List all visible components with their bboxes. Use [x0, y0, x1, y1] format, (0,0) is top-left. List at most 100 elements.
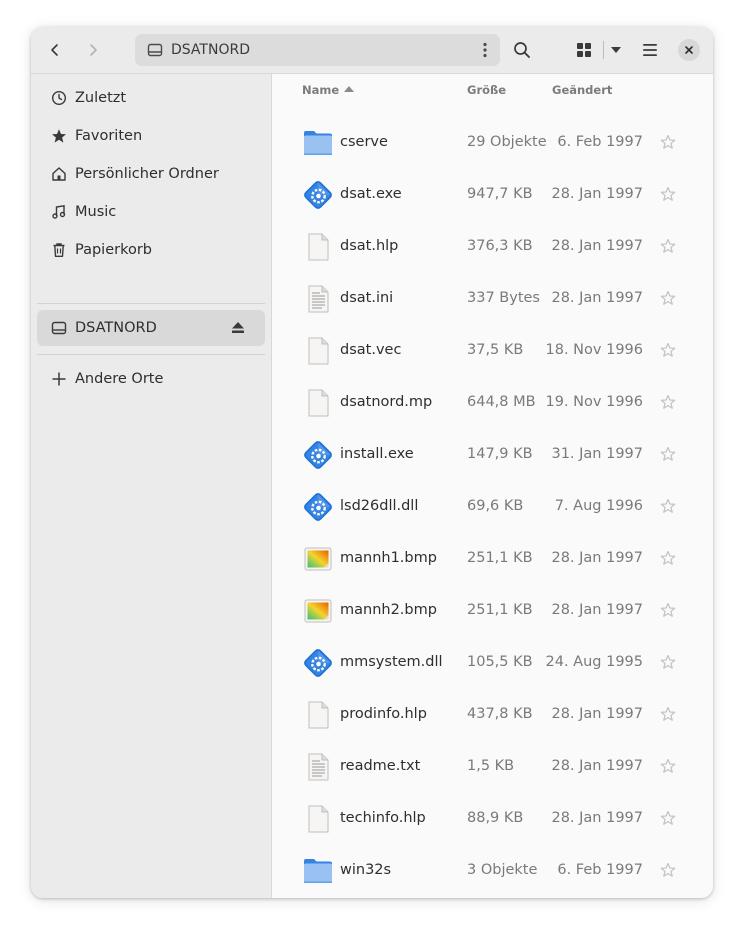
- file-row[interactable]: dsat.hlp 376,3 KB 28. Jan 1997: [272, 221, 713, 273]
- file-name: dsat.vec: [340, 342, 402, 358]
- sidebar-item-label: Music: [75, 204, 117, 220]
- generic-file-icon: [302, 335, 334, 367]
- generic-file-icon: [302, 699, 334, 731]
- star-icon[interactable]: [660, 758, 676, 778]
- trash-icon: [53, 243, 65, 257]
- star-icon[interactable]: [660, 186, 676, 206]
- chevron-left-icon: [51, 44, 58, 56]
- main-menu-button[interactable]: [635, 35, 665, 65]
- file-row[interactable]: techinfo.hlp 88,9 KB 28. Jan 1997: [272, 793, 713, 845]
- star-icon[interactable]: [660, 602, 676, 622]
- generic-file-icon: [302, 387, 334, 419]
- file-manager-window: DSATNORD Zuletzt Favoriten Persönlicher …: [31, 27, 713, 898]
- file-row[interactable]: install.exe 147,9 KB 31. Jan 1997: [272, 429, 713, 481]
- file-modified-date: 28. Jan 1997: [551, 602, 643, 618]
- executable-icon: [302, 491, 334, 523]
- file-modified-date: 28. Jan 1997: [551, 290, 643, 306]
- file-modified-date: 28. Jan 1997: [551, 550, 643, 566]
- file-modified-date: 6. Feb 1997: [557, 134, 643, 150]
- star-icon[interactable]: [660, 706, 676, 726]
- file-modified-date: 28. Jan 1997: [551, 810, 643, 826]
- forward-button[interactable]: [78, 35, 108, 65]
- file-row[interactable]: mmsystem.dll 105,5 KB 24. Aug 1995: [272, 637, 713, 689]
- sidebar-item-trash[interactable]: Papierkorb: [37, 232, 265, 268]
- star-icon[interactable]: [660, 810, 676, 830]
- sidebar: Zuletzt Favoriten Persönlicher Ordner Mu…: [31, 74, 272, 898]
- star-icon[interactable]: [660, 238, 676, 258]
- file-size: 337 Bytes: [467, 290, 540, 306]
- file-row[interactable]: readme.txt 1,5 KB 28. Jan 1997: [272, 741, 713, 793]
- file-size: 29 Objekte: [467, 134, 547, 150]
- file-name: lsd26dll.dll: [340, 498, 419, 514]
- file-name: dsat.hlp: [340, 238, 399, 254]
- executable-icon: [302, 179, 334, 211]
- generic-file-icon: [302, 231, 334, 263]
- star-icon[interactable]: [660, 134, 676, 154]
- file-name: mmsystem.dll: [340, 654, 443, 670]
- more-vertical-icon: [483, 42, 487, 58]
- star-icon[interactable]: [660, 498, 676, 518]
- sidebar-separator: [37, 303, 265, 304]
- back-button[interactable]: [40, 35, 70, 65]
- column-header-modified[interactable]: Geändert: [552, 83, 612, 97]
- file-row[interactable]: win32s 3 Objekte 6. Feb 1997: [272, 845, 713, 897]
- sidebar-item-drive-dsatnord[interactable]: DSATNORD: [37, 310, 265, 346]
- image-file-icon: [302, 595, 334, 627]
- chevron-right-icon: [90, 44, 97, 56]
- sidebar-item-home[interactable]: Persönlicher Ordner: [37, 156, 265, 192]
- file-modified-date: 28. Jan 1997: [551, 186, 643, 202]
- column-header-name[interactable]: Name: [302, 83, 339, 97]
- star-icon[interactable]: [660, 862, 676, 882]
- file-row[interactable]: mannh2.bmp 251,1 KB 28. Jan 1997: [272, 585, 713, 637]
- text-file-icon: [302, 283, 334, 315]
- sidebar-item-other-locations[interactable]: Andere Orte: [37, 361, 265, 397]
- path-bar[interactable]: DSATNORD: [135, 34, 500, 66]
- header-bar: DSATNORD: [31, 27, 713, 74]
- view-toggle-button[interactable]: [572, 35, 628, 65]
- file-modified-date: 31. Jan 1997: [551, 446, 643, 462]
- file-row[interactable]: mannh1.bmp 251,1 KB 28. Jan 1997: [272, 533, 713, 585]
- file-size: 69,6 KB: [467, 498, 524, 514]
- file-row[interactable]: prodinfo.hlp 437,8 KB 28. Jan 1997: [272, 689, 713, 741]
- sidebar-item-music[interactable]: Music: [37, 194, 265, 230]
- folder-icon: [302, 855, 334, 887]
- hamburger-menu-icon: [643, 44, 657, 56]
- sidebar-item-recent[interactable]: Zuletzt: [37, 80, 265, 116]
- star-icon[interactable]: [660, 446, 676, 466]
- caret-down-icon[interactable]: [610, 46, 622, 54]
- file-size: 251,1 KB: [467, 550, 533, 566]
- file-name: mannh2.bmp: [340, 602, 437, 618]
- star-icon[interactable]: [660, 550, 676, 570]
- file-row[interactable]: dsat.ini 337 Bytes 28. Jan 1997: [272, 273, 713, 325]
- file-size: 947,7 KB: [467, 186, 533, 202]
- sidebar-separator: [37, 354, 265, 355]
- file-row[interactable]: dsatnord.mp 644,8 MB 19. Nov 1996: [272, 377, 713, 429]
- file-modified-date: 19. Nov 1996: [545, 394, 643, 410]
- close-window-button[interactable]: [678, 39, 700, 61]
- star-icon[interactable]: [660, 342, 676, 362]
- eject-icon[interactable]: [231, 321, 245, 334]
- path-menu-button[interactable]: [478, 40, 492, 60]
- file-row[interactable]: dsat.exe 947,7 KB 28. Jan 1997: [272, 169, 713, 221]
- file-row[interactable]: cserve 29 Objekte 6. Feb 1997: [272, 117, 713, 169]
- sidebar-item-favorites[interactable]: Favoriten: [37, 118, 265, 154]
- file-name: prodinfo.hlp: [340, 706, 427, 722]
- file-size: 147,9 KB: [467, 446, 533, 462]
- file-size: 37,5 KB: [467, 342, 524, 358]
- file-row[interactable]: lsd26dll.dll 69,6 KB 7. Aug 1996: [272, 481, 713, 533]
- close-icon: [685, 46, 693, 54]
- path-label: DSATNORD: [171, 42, 250, 58]
- star-icon[interactable]: [660, 290, 676, 310]
- sort-ascending-icon: [344, 86, 354, 92]
- star-icon[interactable]: [660, 654, 676, 674]
- executable-icon: [302, 439, 334, 471]
- file-name: install.exe: [340, 446, 414, 462]
- search-icon: [514, 42, 530, 58]
- sidebar-item-label: Zuletzt: [75, 90, 127, 106]
- star-icon[interactable]: [660, 394, 676, 414]
- sidebar-item-label: Favoriten: [75, 128, 143, 144]
- grid-view-icon: [577, 43, 591, 57]
- search-button[interactable]: [507, 35, 537, 65]
- column-header-size[interactable]: Größe: [467, 83, 506, 97]
- file-row[interactable]: dsat.vec 37,5 KB 18. Nov 1996: [272, 325, 713, 377]
